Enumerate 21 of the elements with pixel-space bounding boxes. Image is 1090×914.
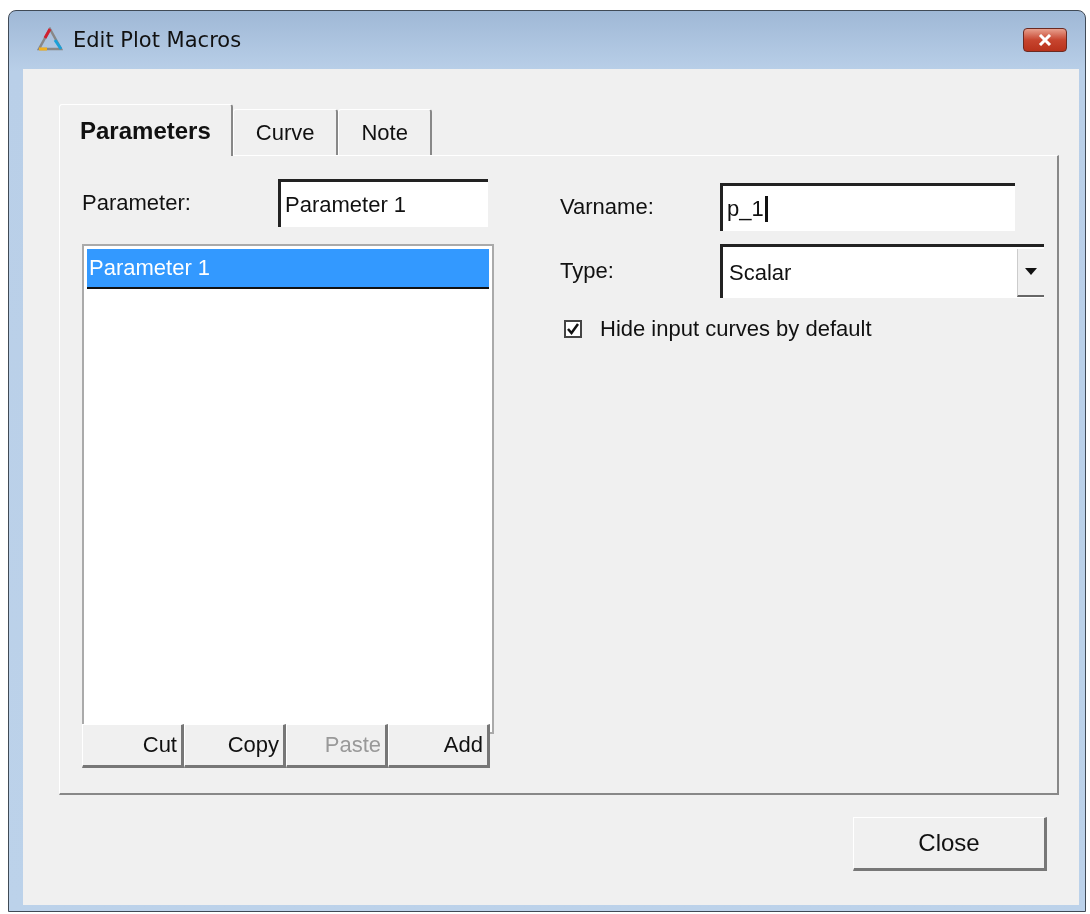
dropdown-arrow-icon xyxy=(1025,268,1037,275)
close-dialog-button[interactable]: Close xyxy=(853,817,1047,871)
parameter-label: Parameter: xyxy=(82,190,192,216)
type-label: Type: xyxy=(560,258,615,284)
triangle-logo-icon xyxy=(37,27,63,53)
parameter-field[interactable]: Parameter 1 xyxy=(278,179,488,227)
checkbox[interactable] xyxy=(564,320,582,338)
varname-label: Varname: xyxy=(560,194,655,220)
checkbox-label: Hide input curves by default xyxy=(600,316,872,342)
tab[interactable]: Curve xyxy=(232,109,339,155)
tab[interactable]: Parameters xyxy=(59,104,233,156)
window-title: Edit Plot Macros xyxy=(73,28,242,52)
close-icon xyxy=(1038,34,1052,46)
type-dropdown[interactable]: Scalar xyxy=(720,244,1044,298)
list-button[interactable]: Add xyxy=(388,724,490,768)
tab[interactable]: Note xyxy=(338,109,432,155)
varname-field[interactable]: p_1 xyxy=(720,183,1015,231)
list-button[interactable]: Copy xyxy=(184,724,286,768)
check-icon xyxy=(567,323,579,335)
list-button[interactable]: Cut xyxy=(82,724,184,768)
close-button[interactable] xyxy=(1023,28,1067,52)
